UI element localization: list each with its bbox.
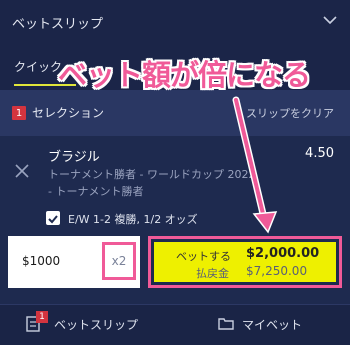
clear-slip-link[interactable]: スリップをクリア <box>246 105 334 121</box>
stake-value: $1000 <box>22 254 61 268</box>
market-type: - トーナメント勝者 <box>48 185 144 198</box>
each-way-checkbox[interactable] <box>46 211 60 225</box>
close-icon[interactable] <box>14 163 30 179</box>
selection-team: ブラジル <box>48 150 100 165</box>
stake-input[interactable]: $1000 x2 <box>8 236 140 288</box>
each-way-label: E/W 1-2 複勝, 1/2 オッズ <box>68 213 198 226</box>
folder-icon[interactable] <box>218 316 234 330</box>
return-label: 払戻金 <box>196 267 229 280</box>
check-icon <box>48 215 58 224</box>
return-amount: $7,250.00 <box>246 264 308 278</box>
tab-quick[interactable]: クイック <box>14 58 62 75</box>
selection-odds: 4.50 <box>305 146 334 161</box>
bet-summary-highlight: ベットする $2,000.00 払戻金 $7,250.00 <box>154 242 336 282</box>
stake-multiplier-button[interactable]: x2 <box>102 242 136 280</box>
market-name: トーナメント勝者 - ワールドカップ 2022 <box>48 168 256 181</box>
chevron-down-icon[interactable] <box>322 12 338 28</box>
nav-my-bets[interactable]: マイベット <box>242 316 302 333</box>
betslip-title: ベットスリップ <box>12 16 104 32</box>
bet-label: ベットする <box>176 250 231 263</box>
selection-count-badge: 1 <box>12 106 26 120</box>
betslip-header[interactable]: ベットスリップ <box>0 0 350 44</box>
selection-label: セレクション <box>32 106 105 120</box>
betslip-count-badge: 1 <box>36 311 48 323</box>
annotation-callout: ベット額が倍になる <box>58 58 311 92</box>
bet-amount: $2,000.00 <box>246 246 320 261</box>
nav-betslip[interactable]: ベットスリップ <box>54 316 138 333</box>
bet-summary-button[interactable]: ベットする $2,000.00 払戻金 $7,250.00 <box>148 236 342 288</box>
